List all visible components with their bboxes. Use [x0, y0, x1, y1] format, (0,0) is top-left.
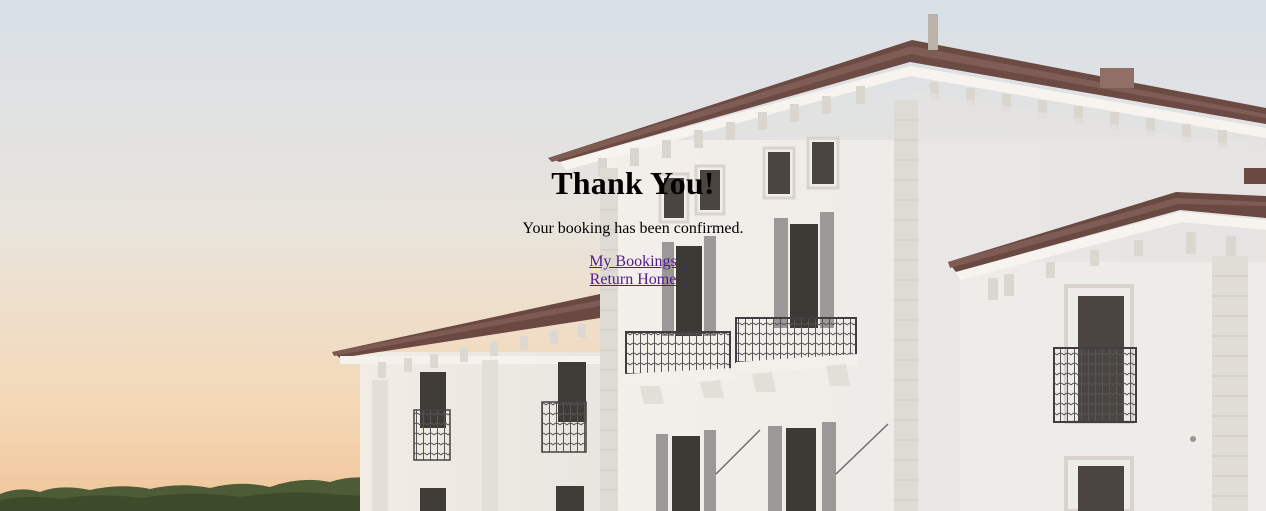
page-title: Thank You! — [551, 165, 715, 201]
my-bookings-link[interactable]: My Bookings — [589, 253, 677, 271]
confirmation-message: Your booking has been confirmed. — [522, 220, 744, 237]
return-home-link[interactable]: Return Home — [590, 271, 677, 289]
nav-links: My Bookings Return Home — [0, 253, 1266, 289]
confirmation-panel: Thank You! Your booking has been confirm… — [0, 164, 1266, 289]
